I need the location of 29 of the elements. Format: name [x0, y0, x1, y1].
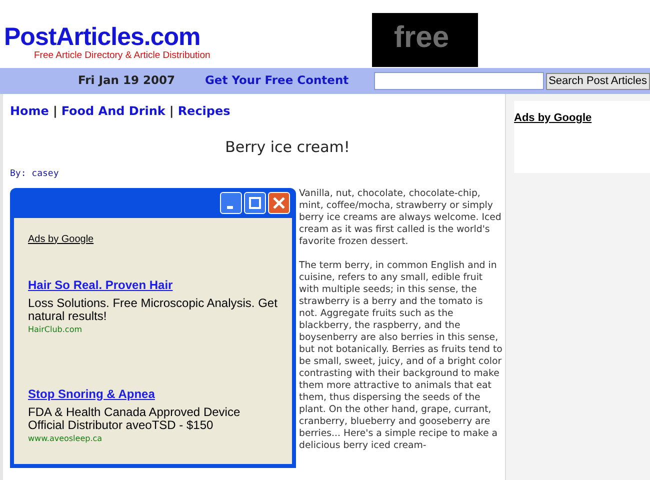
- article-title: Berry ice cream!: [224, 138, 351, 156]
- banner-ad[interactable]: free: [372, 13, 478, 67]
- breadcrumb-link[interactable]: Home: [10, 102, 49, 120]
- minimize-button[interactable]: [220, 192, 242, 214]
- maximize-button[interactable]: [244, 192, 266, 214]
- ad-description: FDA & Health Canada Approved Device Official Distributor aveoTSD - $150: [28, 406, 242, 432]
- ad-url: www.aveosleep.ca: [28, 432, 104, 444]
- site-logo[interactable]: PostArticles.com Free Article Directory & Article Distribution: [4, 24, 210, 61]
- close-icon: [273, 196, 285, 208]
- ad-url: HairClub.com: [28, 324, 84, 336]
- separator: |: [52, 103, 58, 120]
- separator: |: [169, 103, 174, 120]
- close-button[interactable]: [268, 192, 290, 214]
- byline: By: casey: [10, 168, 60, 181]
- article-paragraph: The term berry, in common English and in cuisine, refers to any small, edible fruit with multiple seeds; in this sense, the strawberry is a berry and the tomato is not. Aggregate fruits such as the blackberry, the raspberry, and the boysenberry are also berries in this sense, but not botanically. Berries as fruits tend to be small, sweet, juicy, and of a bright color contrasting with their background to make them more attractive to animals that eat them, thus dispersing the seeds of the plant. On the other hand, grape, currant, cranberry, blueberry and gooseberry are berries... Here's a simple recipe to make a delicious berry iced cream-: [299, 260, 503, 452]
- minimize-icon: [226, 206, 232, 208]
- breadcrumb-link[interactable]: Food And Drink: [61, 102, 166, 120]
- ad-title-link[interactable]: Hair So Real. Proven Hair: [28, 276, 173, 294]
- search-field[interactable]: [374, 72, 544, 90]
- free-content-link[interactable]: Get Your Free Content: [204, 72, 349, 90]
- article-paragraph: Vanilla, nut, chocolate, chocolate-chip, mint, coffee/mocha, strawberry or simply berry ice creams are always welcome. Iced cream as it was first called is the world's favorite frozen dessert.: [299, 188, 502, 248]
- breadcrumb-link[interactable]: Recipes: [178, 102, 230, 120]
- ad-title-link[interactable]: Stop Snoring & Apnea: [28, 384, 155, 402]
- ads-heading[interactable]: Ads by Google: [28, 234, 94, 244]
- search-button[interactable]: Search Post Articles: [546, 72, 650, 90]
- date-label: Fri Jan 19 2007: [78, 72, 175, 90]
- maximize-icon: [249, 196, 261, 208]
- ad-description: Loss Solutions. Free Microscopic Analysis. Get natural results!: [28, 296, 278, 322]
- ads-heading[interactable]: Ads by Google: [514, 112, 592, 124]
